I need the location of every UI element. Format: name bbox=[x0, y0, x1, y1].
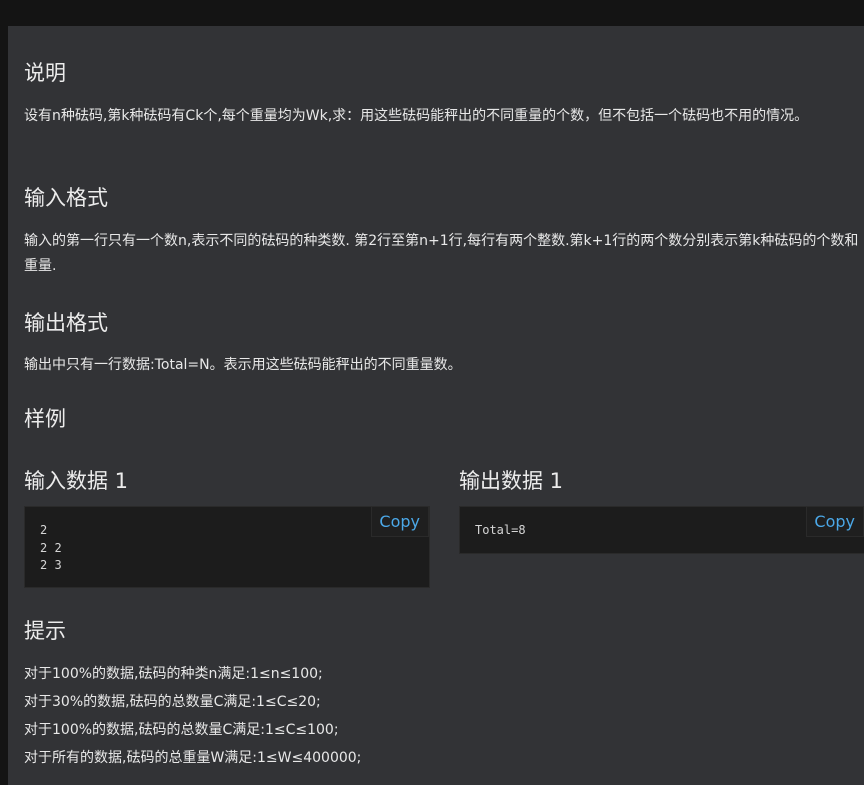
hint-line: 对于100%的数据,砝码的总数量C满足:1≤C≤100; bbox=[24, 722, 339, 738]
description-text: 设有n种砝码,第k种砝码有Ck个,每个重量均为Wk,求：用这些砝码能秤出的不同重… bbox=[24, 108, 809, 124]
description-heading: 说明 bbox=[24, 61, 66, 85]
top-bar bbox=[0, 0, 864, 26]
sample-input-title: 输入数据 1 bbox=[24, 469, 129, 493]
hint-line: 对于30%的数据,砝码的总数量C满足:1≤C≤20; bbox=[24, 694, 321, 710]
samples-heading: 样例 bbox=[24, 407, 66, 431]
problem-panel: 说明 设有n种砝码,第k种砝码有Ck个,每个重量均为Wk,求：用这些砝码能秤出的… bbox=[8, 26, 864, 785]
sample-input-copy-button[interactable]: Copy bbox=[371, 506, 429, 537]
input-format-text: 输入的第一行只有一个数n,表示不同的砝码的种类数. 第2行至第n+1行,每行有两… bbox=[24, 233, 859, 274]
hint-line: 对于100%的数据,砝码的种类n满足:1≤n≤100; bbox=[24, 666, 323, 682]
sample-output-title: 输出数据 1 bbox=[459, 469, 564, 493]
sample-input-code: 2 2 2 2 3 bbox=[40, 523, 62, 572]
hint-line: 对于所有的数据,砝码的总重量W满足:1≤W≤400000; bbox=[24, 750, 362, 766]
hint-heading: 提示 bbox=[24, 619, 66, 643]
output-format-text: 输出中只有一行数据:Total=N。表示用这些砝码能秤出的不同重量数。 bbox=[24, 357, 462, 373]
input-format-heading: 输入格式 bbox=[24, 186, 108, 210]
sample-output-codebox: Total=8 Copy bbox=[459, 506, 864, 554]
sample-input-codebox: 2 2 2 2 3 Copy bbox=[24, 506, 430, 588]
output-format-heading: 输出格式 bbox=[24, 311, 108, 335]
sample-output-code: Total=8 bbox=[475, 523, 526, 537]
sample-output-copy-button[interactable]: Copy bbox=[806, 506, 864, 537]
